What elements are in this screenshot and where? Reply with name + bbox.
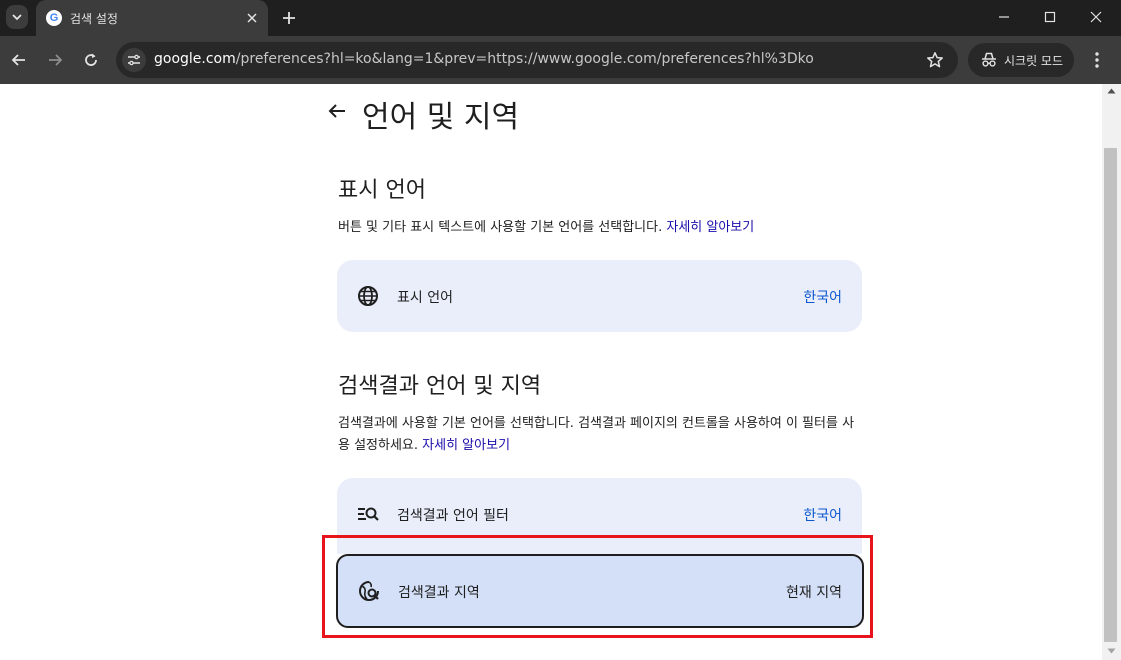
scroll-up-arrow-icon[interactable]	[1107, 88, 1116, 94]
forward-button[interactable]	[42, 47, 68, 73]
chevron-down-icon	[12, 14, 22, 21]
minimize-icon	[999, 16, 1009, 18]
scroll-down-arrow-icon[interactable]	[1107, 648, 1116, 654]
highlight-annotation-box	[322, 535, 873, 638]
reload-icon	[85, 53, 97, 66]
tab-title: 검색 설정	[70, 12, 118, 26]
close-window-button[interactable]	[1073, 0, 1119, 34]
display-language-description-text: 버튼 및 기타 표시 텍스트에 사용할 기본 언어를 선택합니다.	[338, 220, 663, 235]
results-language-filter-value: 한국어	[803, 508, 842, 524]
display-language-value: 한국어	[803, 290, 842, 306]
url-path: /preferences?hl=ko&lang=1&prev=https://w…	[235, 51, 814, 67]
star-icon	[927, 52, 943, 68]
tab-close-button[interactable]	[242, 8, 262, 28]
reload-button[interactable]	[78, 47, 104, 73]
display-language-label: 표시 언어	[397, 290, 453, 306]
vertical-scrollbar[interactable]	[1102, 84, 1121, 660]
display-language-card[interactable]: 표시 언어 한국어	[337, 260, 862, 332]
results-description: 검색결과에 사용할 기본 언어를 선택합니다. 검색결과 페이지의 컨트롤을 사…	[338, 413, 858, 457]
browser-menu-button[interactable]	[1084, 47, 1110, 73]
display-language-description: 버튼 및 기타 표시 텍스트에 사용할 기본 언어를 선택합니다. 자세히 알아…	[338, 217, 858, 239]
results-learn-more-link[interactable]: 자세히 알아보기	[422, 438, 510, 453]
minimize-button[interactable]	[981, 0, 1027, 34]
google-favicon-icon: G	[46, 10, 62, 26]
scrollbar-thumb[interactable]	[1104, 148, 1117, 642]
maximize-icon	[1044, 11, 1056, 23]
url-host: google.com	[154, 51, 236, 67]
maximize-button[interactable]	[1027, 0, 1073, 34]
incognito-icon	[982, 52, 996, 67]
incognito-badge[interactable]: 시크릿 모드	[968, 43, 1074, 77]
more-vert-icon	[1095, 52, 1099, 68]
tab-search-button[interactable]	[6, 5, 28, 29]
site-info-button[interactable]	[122, 48, 146, 72]
plus-icon	[283, 12, 295, 24]
close-icon	[247, 13, 257, 23]
browser-toolbar: google.com/preferences?hl=ko&lang=1&prev…	[0, 36, 1121, 84]
address-bar[interactable]: google.com/preferences?hl=ko&lang=1&prev…	[116, 42, 958, 78]
results-heading: 검색결과 언어 및 지역	[338, 374, 542, 399]
tab-active[interactable]: G 검색 설정	[36, 0, 268, 36]
back-button[interactable]	[6, 47, 32, 73]
globe-icon	[358, 286, 378, 306]
results-language-filter-label: 검색결과 언어 필터	[397, 508, 509, 524]
incognito-label: 시크릿 모드	[1004, 54, 1064, 68]
close-icon	[1090, 11, 1102, 23]
page-title: 언어 및 지역	[362, 100, 520, 135]
tab-strip: G 검색 설정	[0, 0, 1121, 36]
display-language-heading: 표시 언어	[338, 178, 426, 203]
bookmark-button[interactable]	[924, 49, 946, 71]
forward-icon	[49, 54, 63, 66]
back-icon	[11, 54, 25, 66]
tune-icon	[128, 54, 140, 66]
learn-more-link[interactable]: 자세히 알아보기	[666, 220, 754, 235]
url-text[interactable]: google.com/preferences?hl=ko&lang=1&prev…	[154, 51, 814, 67]
results-description-text: 검색결과에 사용할 기본 언어를 선택합니다. 검색결과 페이지의 컨트롤을 사…	[338, 416, 855, 453]
arrow-back-icon[interactable]	[326, 100, 348, 122]
new-tab-button[interactable]	[278, 7, 300, 29]
filter-search-icon	[358, 507, 379, 521]
